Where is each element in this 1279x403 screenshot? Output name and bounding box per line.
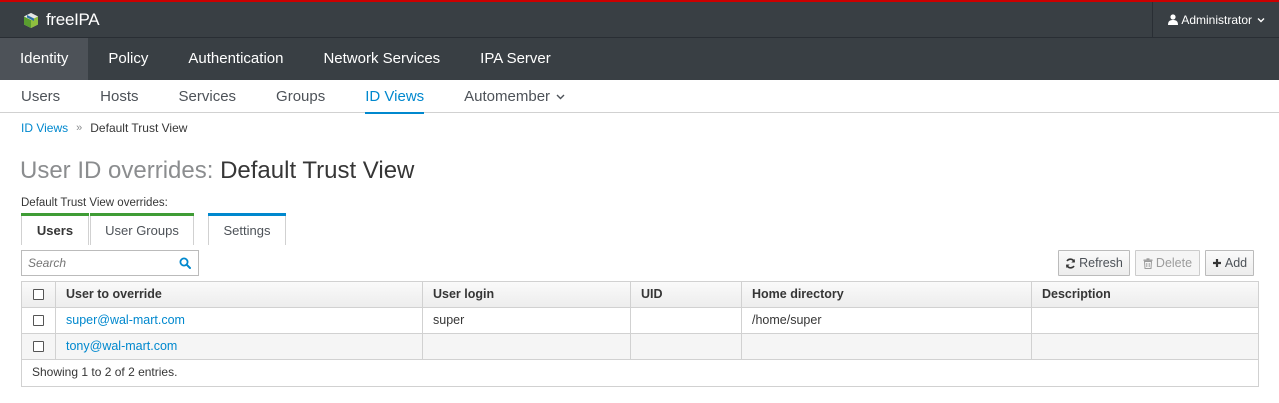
select-all-checkbox[interactable] — [33, 289, 44, 300]
breadcrumb-parent-link[interactable]: ID Views — [21, 121, 68, 135]
subnav-groups[interactable]: Groups — [256, 80, 345, 113]
nav-ipa-server[interactable]: IPA Server — [460, 38, 571, 80]
table-row: super@wal-mart.com super /home/super — [22, 308, 1258, 334]
subnav-hosts[interactable]: Hosts — [80, 80, 158, 113]
column-header-user[interactable]: User to override — [56, 282, 423, 307]
login-cell — [423, 334, 631, 359]
tab-users[interactable]: Users — [21, 213, 89, 245]
subnav-automember-label: Automember — [464, 88, 551, 105]
user-link[interactable]: tony@wal-mart.com — [66, 339, 177, 353]
uid-cell — [631, 308, 742, 333]
description-cell — [1032, 308, 1258, 333]
page-title-prefix: User ID overrides: — [20, 157, 214, 184]
table-row: tony@wal-mart.com — [22, 334, 1258, 360]
facet-tabs: Users User Groups Settings — [21, 213, 286, 245]
page-title-name: Default Trust View — [220, 157, 415, 184]
login-cell: super — [423, 308, 631, 333]
home-cell: /home/super — [742, 308, 1032, 333]
home-cell — [742, 334, 1032, 359]
description-cell — [1032, 334, 1258, 359]
select-all-cell — [22, 282, 56, 307]
row-checkbox[interactable] — [33, 315, 44, 326]
user-cell: super@wal-mart.com — [56, 308, 423, 333]
brand[interactable]: freeIPA — [23, 10, 100, 30]
primary-nav: Identity Policy Authentication Network S… — [0, 37, 1279, 80]
tab-settings[interactable]: Settings — [208, 213, 286, 245]
brand-name: freeIPA — [46, 10, 100, 29]
delete-button[interactable]: Delete — [1135, 250, 1200, 276]
user-name: Administrator — [1181, 12, 1252, 27]
refresh-icon — [1066, 257, 1076, 269]
tab-user-groups[interactable]: User Groups — [90, 213, 194, 245]
add-button[interactable]: Add — [1205, 250, 1254, 276]
row-select-cell — [22, 334, 56, 359]
overrides-table: User to override User login UID Home dir… — [21, 281, 1259, 387]
column-header-login[interactable]: User login — [423, 282, 631, 307]
column-header-uid[interactable]: UID — [631, 282, 742, 307]
user-icon — [1168, 14, 1179, 25]
overrides-label: Default Trust View overrides: — [21, 197, 168, 209]
search-icon[interactable] — [179, 257, 191, 269]
nav-identity[interactable]: Identity — [0, 38, 89, 80]
subnav-id-views[interactable]: ID Views — [345, 80, 444, 114]
nav-policy[interactable]: Policy — [88, 38, 168, 80]
user-menu[interactable]: Administrator — [1152, 2, 1279, 37]
table-header: User to override User login UID Home dir… — [22, 282, 1258, 308]
masthead: freeIPA Administrator — [0, 0, 1279, 37]
column-header-description[interactable]: Description — [1032, 282, 1258, 307]
refresh-button[interactable]: Refresh — [1058, 250, 1130, 276]
subnav-services[interactable]: Services — [159, 80, 257, 113]
search-input[interactable] — [22, 251, 172, 275]
user-cell: tony@wal-mart.com — [56, 334, 423, 359]
table-footer: Showing 1 to 2 of 2 entries. — [32, 365, 178, 379]
add-label: Add — [1224, 256, 1248, 270]
breadcrumb: ID Views » Default Trust View — [21, 121, 187, 135]
nav-authentication[interactable]: Authentication — [168, 38, 303, 80]
freeipa-logo-icon — [24, 12, 38, 28]
page-title: User ID overrides: Default Trust View — [20, 157, 414, 185]
search-box — [21, 250, 199, 276]
column-header-home[interactable]: Home directory — [742, 282, 1032, 307]
user-link[interactable]: super@wal-mart.com — [66, 313, 185, 327]
secondary-nav: Users Hosts Services Groups ID Views Aut… — [0, 80, 1279, 114]
refresh-label: Refresh — [1079, 256, 1123, 270]
caret-down-icon — [1257, 17, 1265, 22]
row-select-cell — [22, 308, 56, 333]
row-checkbox[interactable] — [33, 341, 44, 352]
subnav-users[interactable]: Users — [1, 80, 80, 113]
trash-icon — [1143, 257, 1153, 269]
breadcrumb-current: Default Trust View — [90, 121, 188, 135]
breadcrumb-separator: » — [76, 122, 83, 134]
subnav-automember[interactable]: Automember — [444, 80, 585, 113]
uid-cell — [631, 334, 742, 359]
nav-network-services[interactable]: Network Services — [303, 38, 460, 80]
plus-icon — [1212, 259, 1221, 267]
chevron-down-icon — [556, 94, 565, 99]
delete-label: Delete — [1155, 256, 1193, 270]
